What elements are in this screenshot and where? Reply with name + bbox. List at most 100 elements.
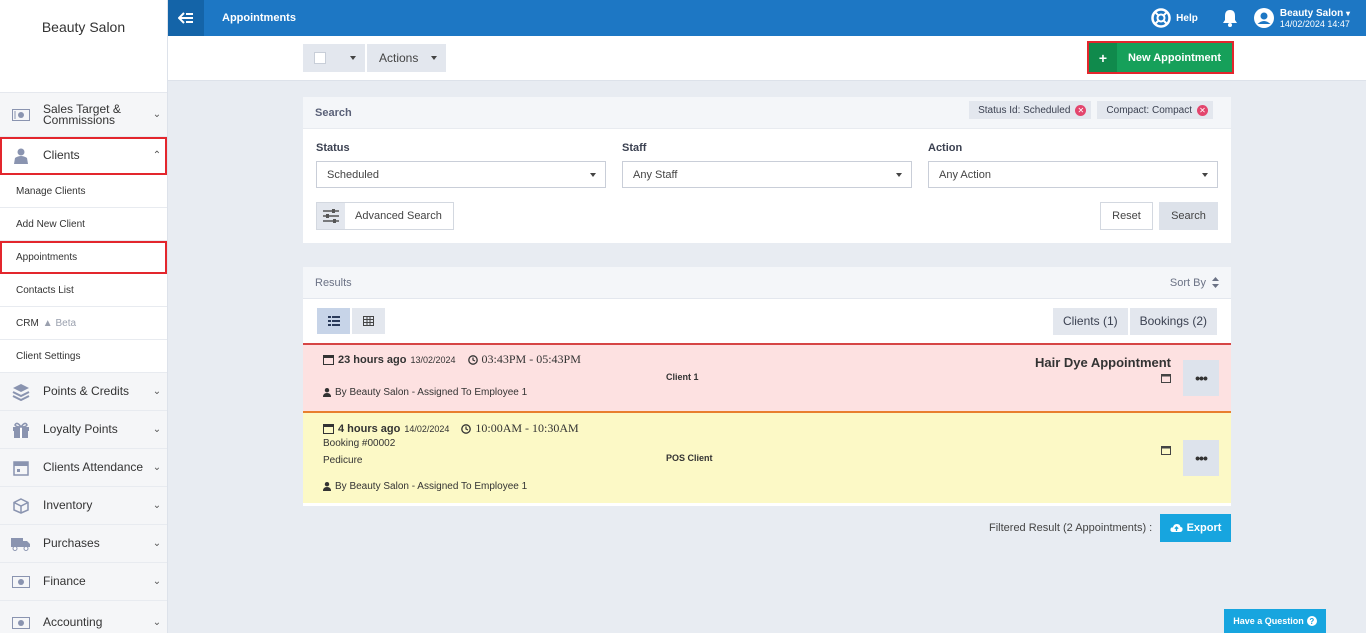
sidebar-item-accounting[interactable]: Accounting ⌄ xyxy=(0,601,167,633)
caret-down-icon xyxy=(590,172,596,177)
status-value: Scheduled xyxy=(327,168,379,181)
top-bar-right: Help Beauty Salon ▾ 14/02/2024 14:47 xyxy=(1151,8,1366,29)
sidebar-item-clients-attendance[interactable]: Clients Attendance ⌄ xyxy=(0,449,167,487)
table-icon xyxy=(363,316,374,326)
appointment-more-button[interactable]: ••• xyxy=(1183,360,1219,396)
user-icon xyxy=(323,482,331,491)
staff-select[interactable]: Any Staff xyxy=(622,161,912,188)
sidebar-subitem-client-settings[interactable]: Client Settings xyxy=(0,340,167,373)
sidebar-subitem-manage-clients[interactable]: Manage Clients xyxy=(0,175,167,208)
sidebar-item-purchases[interactable]: Purchases ⌄ xyxy=(0,525,167,563)
appointment-time: 10:00AM - 10:30AM xyxy=(461,421,579,436)
sliders-icon xyxy=(317,203,345,229)
question-icon: ? xyxy=(1306,616,1317,626)
caret-down-icon xyxy=(350,56,356,60)
appointment-more-button[interactable]: ••• xyxy=(1183,440,1219,476)
results-tabs: Clients (1) Bookings (2) xyxy=(1052,307,1217,335)
chevron-down-icon: ⌄ xyxy=(152,500,162,511)
appointment-when: 4 hours ago 14/02/2024 10:00AM - 10:30AM xyxy=(323,421,579,436)
chevron-down-icon: ⌄ xyxy=(152,576,162,587)
action-label: Action xyxy=(928,142,963,154)
advanced-search-button[interactable]: Advanced Search xyxy=(316,202,454,230)
sidebar-item-loyalty-points[interactable]: Loyalty Points ⌄ xyxy=(0,411,167,449)
current-datetime: 14/02/2024 14:47 xyxy=(1279,18,1350,29)
sidebar-subitem-add-new-client[interactable]: Add New Client xyxy=(0,208,167,241)
beta-badge: ▲ Beta xyxy=(42,317,77,329)
appointment-time-text: 10:00AM - 10:30AM xyxy=(475,421,579,435)
calendar-icon xyxy=(1161,374,1171,383)
appointment-by-text: By Beauty Salon - Assigned To Employee 1 xyxy=(335,481,528,492)
sort-icon xyxy=(1212,277,1219,288)
select-all-checkbox[interactable] xyxy=(314,52,326,64)
filter-chip-compact[interactable]: Compact: Compact ✕ xyxy=(1097,101,1213,119)
filtered-result-text: Filtered Result (2 Appointments) : xyxy=(989,522,1153,534)
status-select[interactable]: Scheduled xyxy=(316,161,606,188)
bell-icon[interactable] xyxy=(1222,9,1238,27)
user-menu[interactable]: Beauty Salon ▾ 14/02/2024 14:47 xyxy=(1253,8,1350,29)
sort-by-label: Sort By xyxy=(1169,276,1206,289)
sidebar-item-label: Inventory xyxy=(43,498,93,512)
action-select[interactable]: Any Action xyxy=(928,161,1218,188)
sidebar: Beauty Salon Sales Target & Commissions … xyxy=(0,0,168,633)
appointment-when: 23 hours ago 13/02/2024 03:43PM - 05:43P… xyxy=(323,352,581,367)
tab-clients[interactable]: Clients (1) xyxy=(1052,307,1128,335)
calendar-icon xyxy=(323,424,334,434)
appointment-date: 14/02/2024 xyxy=(404,423,450,434)
grid-view-button[interactable] xyxy=(352,308,385,334)
appointment-client[interactable]: Client 1 xyxy=(666,372,699,382)
chevron-down-icon: ⌄ xyxy=(152,386,162,397)
sidebar-item-points-credits[interactable]: Points & Credits ⌄ xyxy=(0,373,167,411)
sidebar-item-label: Clients xyxy=(43,148,80,162)
crm-label: CRM xyxy=(16,317,39,329)
sidebar-subitem-appointments[interactable]: Appointments xyxy=(0,241,167,274)
sidebar-subitem-crm[interactable]: CRM ▲ Beta xyxy=(0,307,167,340)
actions-dropdown[interactable]: Actions xyxy=(367,44,446,72)
money-icon xyxy=(10,106,32,124)
status-field: Status Scheduled xyxy=(316,142,606,188)
sidebar-item-sales-target[interactable]: Sales Target & Commissions ⌄ xyxy=(0,93,167,137)
sidebar-item-clients[interactable]: Clients ⌃ xyxy=(0,137,167,175)
appointment-row[interactable]: 23 hours ago 13/02/2024 03:43PM - 05:43P… xyxy=(303,343,1231,411)
beta-text: Beta xyxy=(55,317,77,329)
actions-label: Actions xyxy=(379,51,419,65)
appointment-client[interactable]: POS Client xyxy=(666,453,713,463)
close-icon[interactable]: ✕ xyxy=(1197,104,1208,116)
new-appointment-button[interactable]: + New Appointment xyxy=(1087,41,1234,74)
tab-bookings[interactable]: Bookings (2) xyxy=(1129,307,1217,335)
chevron-down-icon: ⌄ xyxy=(152,424,162,435)
chevron-down-icon: ⌄ xyxy=(152,109,162,120)
list-view-button[interactable] xyxy=(317,308,350,334)
lifebuoy-icon xyxy=(1151,8,1171,28)
select-all-dropdown[interactable] xyxy=(303,44,365,72)
filter-chip-status[interactable]: Status Id: Scheduled ✕ xyxy=(969,101,1092,119)
have-a-question-button[interactable]: Have a Question ? xyxy=(1224,609,1326,633)
appointment-booking-number: Booking #00002 xyxy=(323,438,396,449)
caret-down-icon xyxy=(896,172,902,177)
sidebar-item-label: Finance xyxy=(43,574,86,588)
appointment-by: By Beauty Salon - Assigned To Employee 1 xyxy=(323,387,527,398)
sidebar-item-finance[interactable]: Finance ⌄ xyxy=(0,563,167,601)
close-icon[interactable]: ✕ xyxy=(1075,104,1087,116)
app-root: Beauty Salon Sales Target & Commissions … xyxy=(0,0,1366,633)
search-button[interactable]: Search xyxy=(1159,202,1218,230)
sidebar-item-label: Points & Credits xyxy=(43,384,130,398)
appointment-time: 03:43PM - 05:43PM xyxy=(467,352,581,367)
collapse-sidebar-button[interactable] xyxy=(168,0,204,36)
search-panel: Search Status Id: Scheduled ✕ Compact: Co… xyxy=(303,97,1231,243)
appointment-row[interactable]: 4 hours ago 14/02/2024 10:00AM - 10:30AM… xyxy=(303,411,1231,503)
reset-button[interactable]: Reset xyxy=(1100,202,1153,230)
sort-by-dropdown[interactable]: Sort By xyxy=(1170,277,1219,289)
user-icon xyxy=(10,147,32,165)
money-icon xyxy=(10,614,32,632)
sidebar-subitem-contacts-list[interactable]: Contacts List xyxy=(0,274,167,307)
appointment-by-text: By Beauty Salon - Assigned To Employee 1 xyxy=(335,387,528,398)
calendar-icon xyxy=(323,355,334,365)
filter-chips: Status Id: Scheduled ✕ Compact: Compact ✕ xyxy=(969,101,1231,119)
sidebar-item-inventory[interactable]: Inventory ⌄ xyxy=(0,487,167,525)
have-a-question-label: Have a Question xyxy=(1233,616,1304,626)
appointment-ago: 4 hours ago xyxy=(338,422,401,435)
chevron-down-icon: ⌄ xyxy=(152,617,162,628)
plus-icon: + xyxy=(1089,43,1117,72)
help-button[interactable]: Help xyxy=(1151,8,1198,28)
export-button[interactable]: Export xyxy=(1160,514,1231,542)
